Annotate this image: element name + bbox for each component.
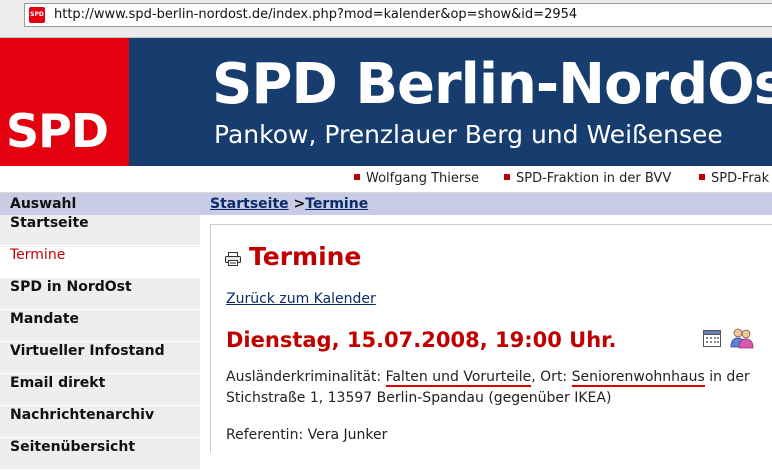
topnav-item-bvv[interactable]: SPD-Fraktion in der BVV (504, 171, 671, 187)
sidebar-item-archiv[interactable]: Nachrichtenarchiv (0, 407, 200, 438)
event-place: Seniorenwohnhaus (571, 369, 705, 387)
event-description: Ausländerkriminalität: Falten und Vorurt… (226, 369, 750, 406)
breadcrumb-bar: Startseite >Termine (200, 193, 772, 215)
browser-address-bar: SPD http://www.spd-berlin-nordost.de/ind… (0, 0, 772, 38)
bullet-icon (699, 174, 705, 180)
sidebar: Auswahl Startseite Termine SPD in NordOs… (0, 193, 200, 470)
sidebar-item-email[interactable]: Email direkt (0, 375, 200, 406)
bullet-icon (504, 174, 510, 180)
topnav-item-fraktion[interactable]: SPD-Frak (699, 171, 769, 187)
topnav-item-thierse[interactable]: Wolfgang Thierse (354, 171, 479, 187)
breadcrumb-current-link[interactable]: Termine (305, 196, 368, 212)
site-banner: SPD SPD Berlin-NordOst Pankow, Prenzlaue… (0, 38, 772, 166)
event-topic: Falten und Vorurteile (385, 369, 532, 387)
sidebar-item-infostand[interactable]: Virtueller Infostand (0, 343, 200, 374)
top-nav: Wolfgang Thierse SPD-Fraktion in der BVV… (0, 166, 772, 193)
site-title: SPD Berlin-NordOst (212, 52, 772, 117)
breadcrumb-home-link[interactable]: Startseite (210, 196, 289, 212)
content-panel: Termine Zurück zum Kalender Dienstag, 15… (210, 224, 772, 453)
page-title: Termine (249, 242, 362, 271)
sidebar-item-startseite[interactable]: Startseite (0, 215, 200, 246)
bullet-icon (354, 174, 360, 180)
printer-icon[interactable] (225, 252, 241, 266)
url-text[interactable]: http://www.spd-berlin-nordost.de/index.p… (54, 7, 577, 23)
sidebar-item-mandate[interactable]: Mandate (0, 311, 200, 342)
spd-logo[interactable]: SPD (0, 38, 129, 166)
back-to-calendar-link[interactable]: Zurück zum Kalender (226, 290, 376, 308)
sidebar-header: Auswahl (0, 193, 200, 215)
sidebar-item-spd-nordost[interactable]: SPD in NordOst (0, 279, 200, 310)
contacts-icon[interactable] (730, 327, 754, 349)
sidebar-item-uebersicht[interactable]: Seitenübersicht (0, 439, 200, 470)
spd-favicon-icon: SPD (29, 7, 45, 23)
site-subtitle: Pankow, Prenzlauer Berg und Weißensee (214, 120, 723, 149)
breadcrumb: Startseite >Termine (210, 196, 368, 212)
calendar-icon[interactable] (702, 328, 722, 348)
event-date: Dienstag, 15.07.2008, 19:00 Uhr. (226, 328, 617, 352)
sidebar-item-termine[interactable]: Termine (0, 247, 200, 278)
breadcrumb-separator: > (288, 196, 306, 212)
event-speaker: Referentin: Vera Junker (226, 427, 388, 443)
logo-text: SPD (6, 104, 109, 158)
